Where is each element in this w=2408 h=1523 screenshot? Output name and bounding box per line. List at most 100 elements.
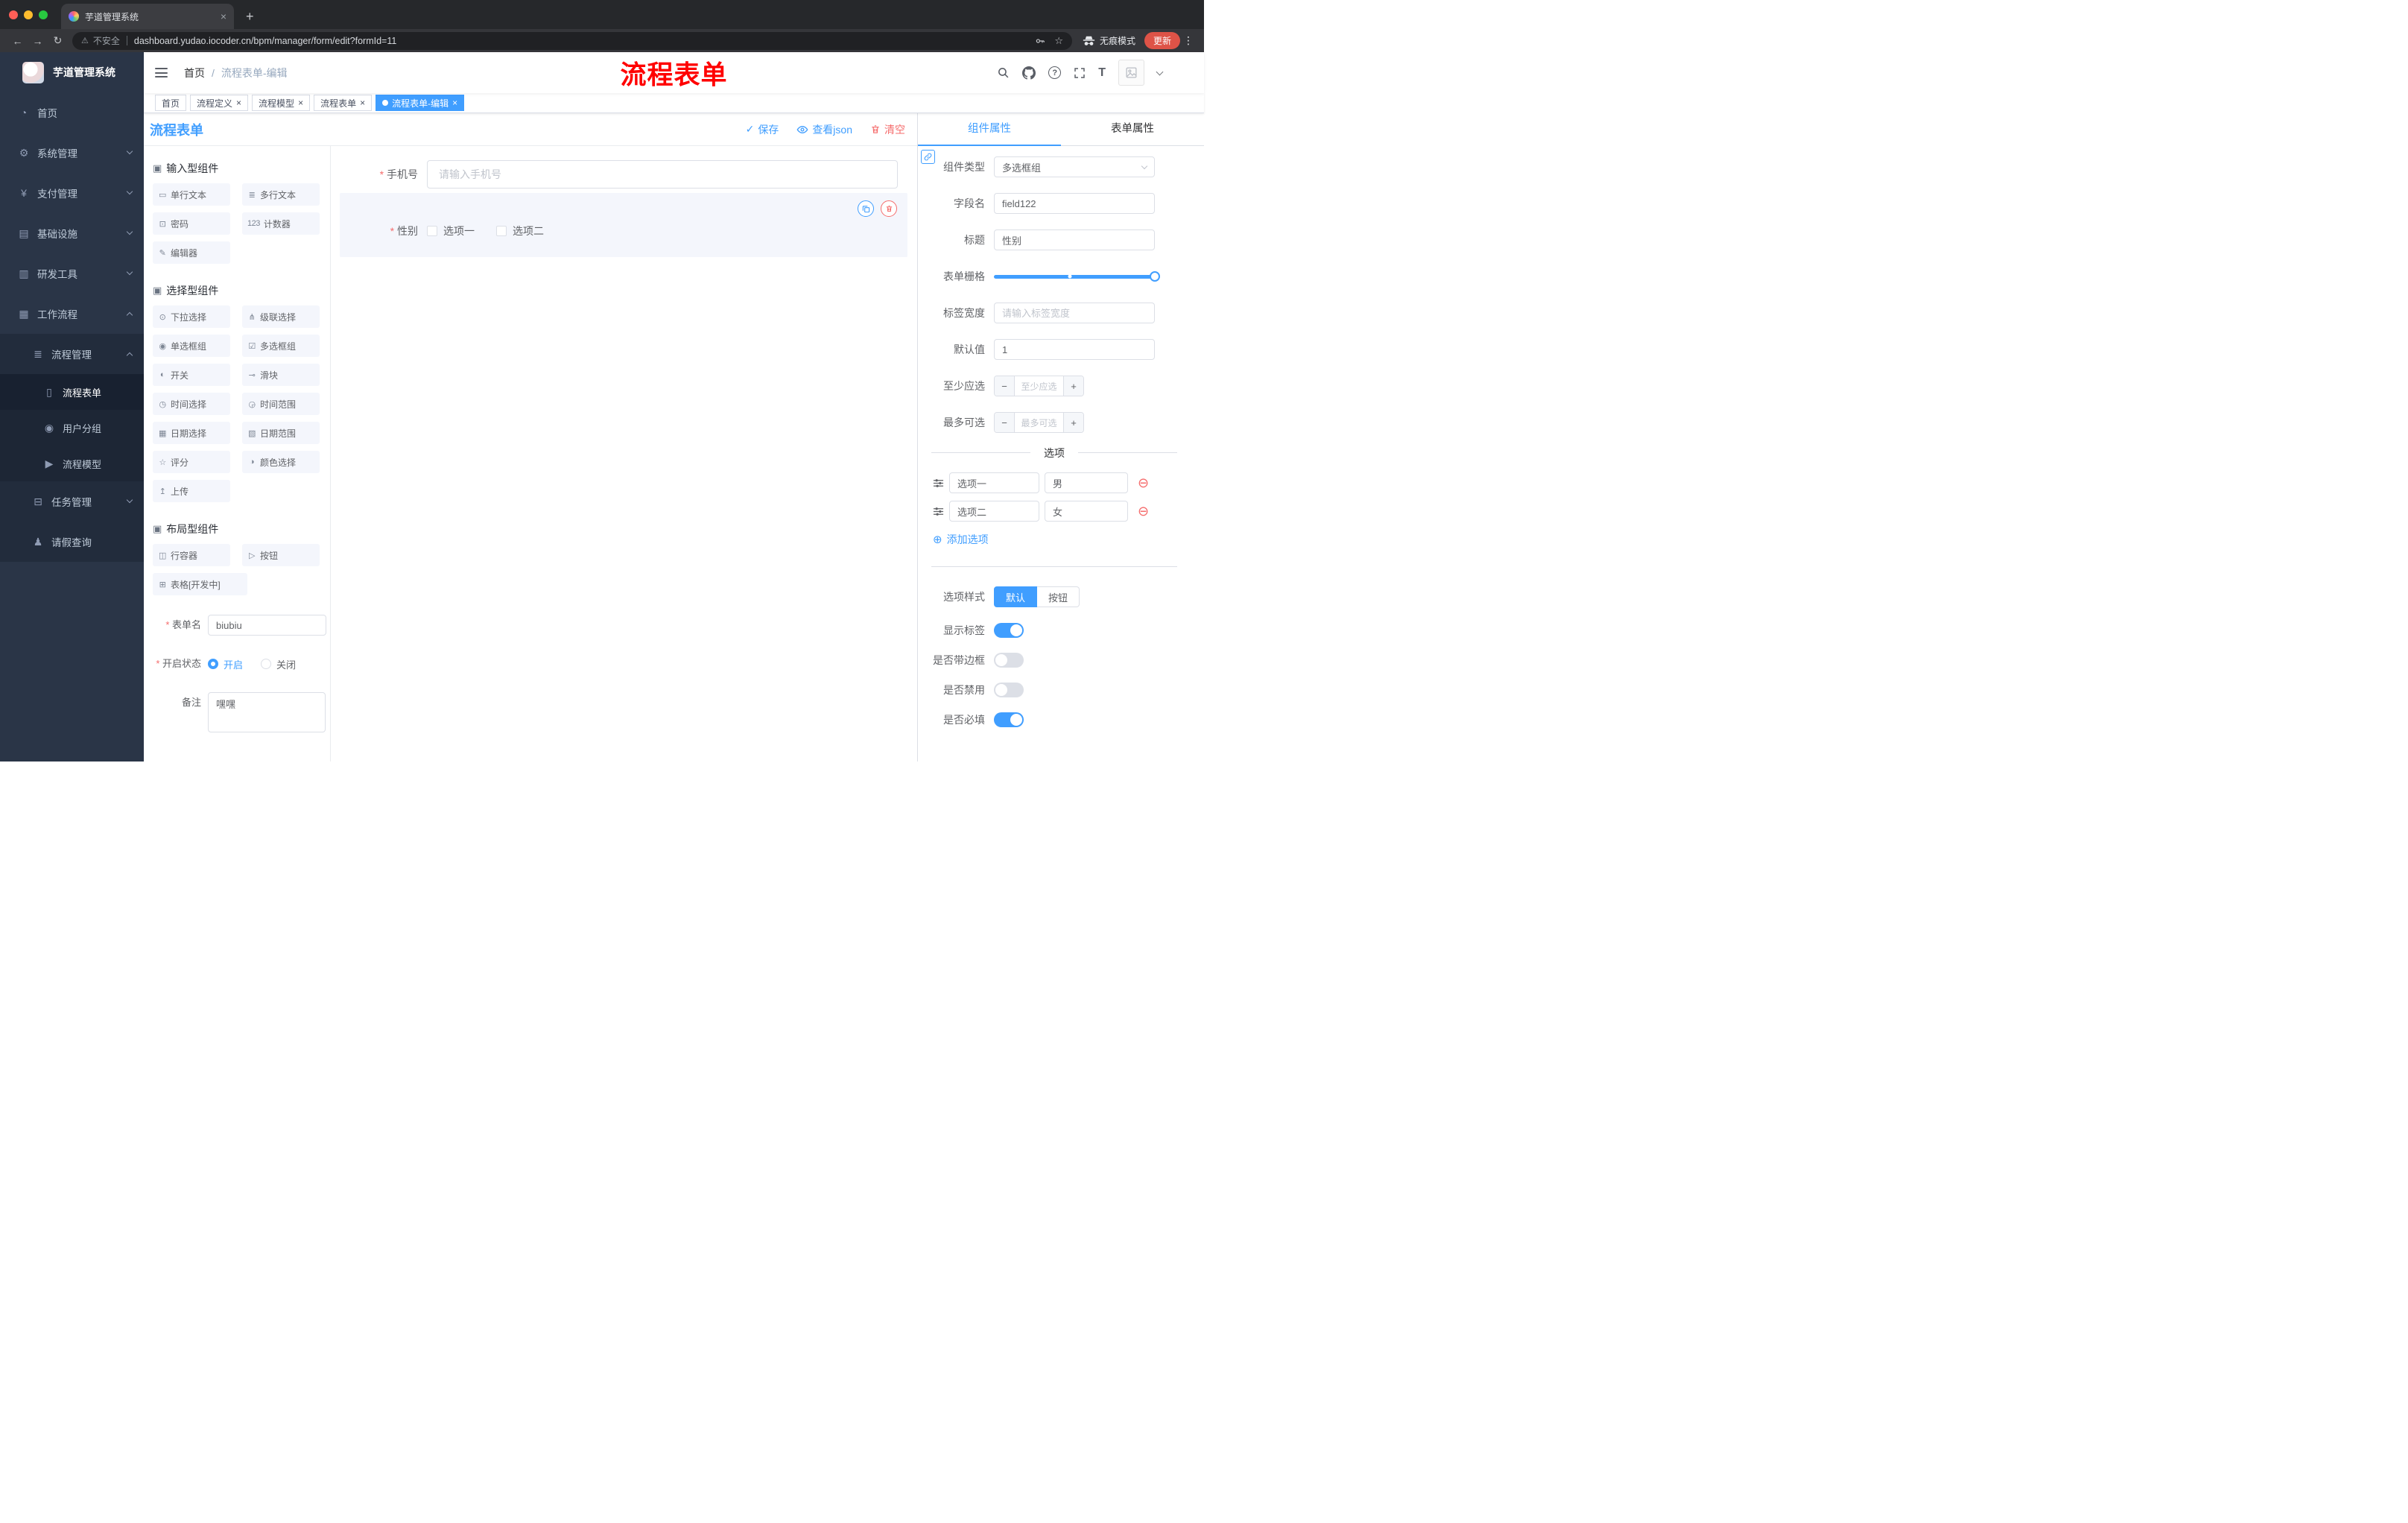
user-avatar[interactable]: [1118, 60, 1144, 86]
sidebar-item-process-form[interactable]: ▯ 流程表单: [0, 374, 144, 410]
increase-button[interactable]: +: [1063, 376, 1083, 396]
option-2-name-input[interactable]: [949, 501, 1039, 522]
decrease-button[interactable]: −: [995, 413, 1015, 432]
sidebar-item-leave-query[interactable]: ♟ 请假查询: [0, 522, 144, 562]
form-grid-slider[interactable]: [994, 266, 1160, 287]
component-item-table[interactable]: ⊞ 表格[开发中]: [153, 573, 247, 595]
disabled-toggle[interactable]: [994, 683, 1024, 697]
new-tab-button[interactable]: +: [246, 10, 254, 23]
clear-button[interactable]: 清空: [870, 122, 905, 137]
view-json-button[interactable]: 查看json: [796, 122, 852, 137]
browser-menu-icon[interactable]: ⋮: [1180, 34, 1197, 47]
phone-field-input[interactable]: [427, 160, 898, 189]
component-item-select[interactable]: ⊙ 下拉选择: [153, 305, 230, 328]
required-toggle[interactable]: [994, 712, 1024, 727]
save-button[interactable]: ✓ 保存: [746, 122, 779, 137]
github-icon[interactable]: [1022, 66, 1036, 80]
back-button[interactable]: ←: [7, 35, 28, 47]
drag-handle-icon[interactable]: [933, 506, 944, 517]
component-item-cascader[interactable]: ⋔ 级联选择: [242, 305, 320, 328]
password-key-icon[interactable]: [1035, 36, 1045, 46]
component-item-radio-group[interactable]: ◉ 单选框组: [153, 335, 230, 357]
tab-close-icon[interactable]: ×: [221, 10, 226, 22]
component-item-color-picker[interactable]: ◑ 颜色选择: [242, 451, 320, 473]
border-toggle[interactable]: [994, 653, 1024, 668]
option-2-value-input[interactable]: [1045, 501, 1128, 522]
component-item-checkbox-group[interactable]: ☑ 多选框组: [242, 335, 320, 357]
browser-tab[interactable]: 芋道管理系统 ×: [61, 4, 234, 29]
status-off-radio[interactable]: 关闭: [261, 657, 296, 671]
component-item-single-text[interactable]: ▭ 单行文本: [153, 183, 230, 206]
breadcrumb-home[interactable]: 首页: [184, 66, 205, 80]
link-icon[interactable]: [921, 150, 935, 164]
option-1-value-input[interactable]: [1045, 472, 1128, 493]
tag-close-icon[interactable]: ×: [236, 98, 241, 107]
font-size-icon[interactable]: T: [1098, 66, 1106, 79]
security-label[interactable]: 不安全: [93, 34, 120, 47]
label-width-input[interactable]: [994, 303, 1155, 323]
sidebar-item-home[interactable]: ◔ 首页: [0, 92, 144, 133]
sidebar-item-system[interactable]: ⚙ 系统管理: [0, 133, 144, 173]
component-item-upload[interactable]: ↥ 上传: [153, 480, 230, 502]
delete-component-button[interactable]: [881, 200, 897, 217]
tag-close-icon[interactable]: ×: [360, 98, 365, 107]
option-1-name-input[interactable]: [949, 472, 1039, 493]
tab-component-props[interactable]: 组件属性: [918, 113, 1061, 146]
window-zoom-button[interactable]: [39, 10, 48, 19]
drag-handle-icon[interactable]: [933, 478, 944, 489]
style-button-button[interactable]: 按钮: [1037, 586, 1080, 607]
gender-option-1-checkbox[interactable]: 选项一: [427, 224, 475, 238]
tag-process-form[interactable]: 流程表单 ×: [314, 95, 373, 111]
component-item-slider[interactable]: ⊸ 滑块: [242, 364, 320, 386]
component-item-time-picker[interactable]: ◷ 时间选择: [153, 393, 230, 415]
increase-button[interactable]: +: [1063, 413, 1083, 432]
tag-home[interactable]: 首页: [155, 95, 187, 111]
component-item-date-range[interactable]: ▧ 日期范围: [242, 422, 320, 444]
component-item-counter[interactable]: 123 计数器: [242, 212, 320, 235]
remove-option-button[interactable]: ⊖: [1138, 476, 1149, 490]
sidebar-toggle-icon[interactable]: [155, 68, 168, 77]
component-item-rate[interactable]: ☆ 评分: [153, 451, 230, 473]
component-item-row-container[interactable]: ◫ 行容器: [153, 544, 230, 566]
title-input[interactable]: [994, 229, 1155, 250]
component-item-editor[interactable]: ✎ 编辑器: [153, 241, 230, 264]
add-option-button[interactable]: ⊕ 添加选项: [933, 532, 1155, 547]
tag-process-form-edit[interactable]: 流程表单-编辑 ×: [376, 95, 465, 111]
style-default-button[interactable]: 默认: [994, 586, 1038, 607]
tab-form-props[interactable]: 表单属性: [1061, 113, 1204, 145]
status-on-radio[interactable]: 开启: [208, 657, 243, 671]
fullscreen-icon[interactable]: [1074, 67, 1086, 79]
component-item-date-picker[interactable]: ▦ 日期选择: [153, 422, 230, 444]
window-close-button[interactable]: [9, 10, 18, 19]
component-item-button[interactable]: ▷ 按钮: [242, 544, 320, 566]
sidebar-item-user-group[interactable]: ◉ 用户分组: [0, 410, 144, 446]
tag-process-definition[interactable]: 流程定义 ×: [190, 95, 249, 111]
remove-option-button[interactable]: ⊖: [1138, 504, 1149, 518]
sidebar-item-process-model[interactable]: ▶ 流程模型: [0, 446, 144, 481]
browser-update-button[interactable]: 更新: [1144, 32, 1180, 49]
copy-component-button[interactable]: [858, 200, 874, 217]
default-value-input[interactable]: [994, 339, 1155, 360]
sidebar-item-infrastructure[interactable]: ▤ 基础设施: [0, 213, 144, 253]
min-select-value[interactable]: 至少应选: [1015, 376, 1063, 396]
window-minimize-button[interactable]: [24, 10, 33, 19]
component-item-textarea[interactable]: ≣ 多行文本: [242, 183, 320, 206]
component-item-time-range[interactable]: ◶ 时间范围: [242, 393, 320, 415]
sidebar-item-task-management[interactable]: ⊟ 任务管理: [0, 481, 144, 522]
reload-button[interactable]: ↻: [48, 34, 68, 47]
address-bar[interactable]: ⚠ 不安全 dashboard.yudao.iocoder.cn/bpm/man…: [72, 31, 1072, 50]
bookmark-star-icon[interactable]: ☆: [1054, 35, 1063, 47]
sidebar-item-workflow[interactable]: ▦ 工作流程: [0, 294, 144, 334]
avatar-caret-icon[interactable]: [1156, 68, 1164, 75]
component-item-password[interactable]: ⊡ 密码: [153, 212, 230, 235]
phone-field-item[interactable]: 手机号: [340, 160, 907, 189]
app-logo[interactable]: 芋道管理系统: [0, 52, 144, 92]
forward-button[interactable]: →: [28, 35, 48, 47]
component-item-switch[interactable]: ◐ 开关: [153, 364, 230, 386]
selected-component-gender[interactable]: 性别 选项一 选项二: [340, 193, 907, 257]
field-name-input[interactable]: [994, 193, 1155, 214]
form-name-input[interactable]: [208, 615, 326, 636]
decrease-button[interactable]: −: [995, 376, 1015, 396]
sidebar-item-process-management[interactable]: ≣ 流程管理: [0, 334, 144, 374]
sidebar-item-devtools[interactable]: ▥ 研发工具: [0, 253, 144, 294]
